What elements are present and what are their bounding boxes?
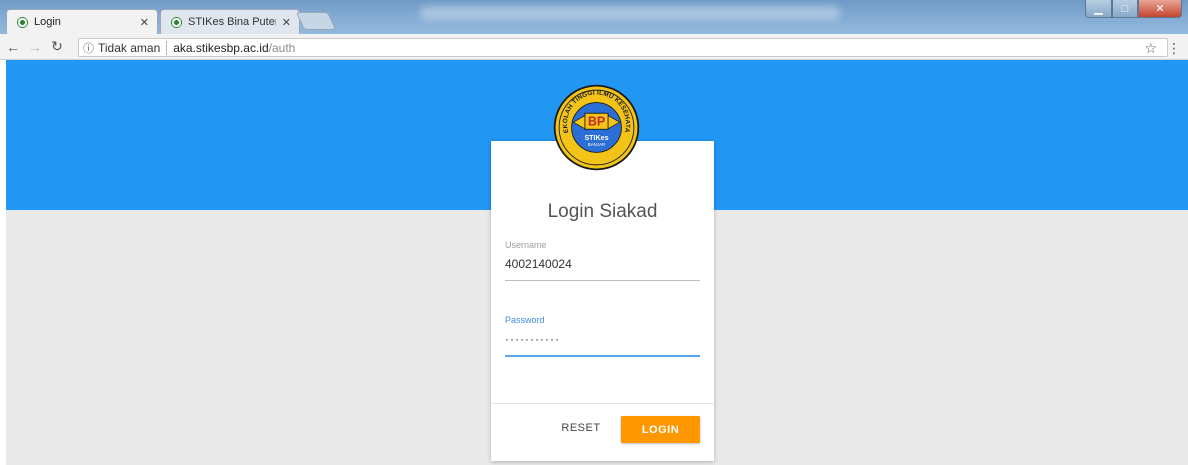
maximize-icon[interactable]: □ (1112, 0, 1138, 18)
titlebar-glow (420, 6, 840, 20)
tab-label: STIKes Bina Putera Banja (188, 16, 276, 28)
reload-icon[interactable]: ↻ (48, 38, 66, 56)
forward-arrow-icon[interactable]: → (26, 38, 44, 56)
url-host: aka.stikesbp.ac.id (173, 40, 269, 55)
tab-close-icon[interactable]: ✕ (140, 16, 149, 29)
tab-stikes[interactable]: STIKes Bina Putera Banja ✕ (160, 9, 300, 34)
card-divider (491, 403, 714, 404)
tab-close-icon[interactable]: ✕ (282, 16, 291, 29)
favicon-icon (171, 16, 182, 28)
page-content: Login Siakad Username 4002140024 Passwor… (6, 60, 1188, 465)
username-field[interactable]: Username 4002140024 (505, 240, 700, 281)
reset-button[interactable]: RESET (556, 414, 606, 442)
username-underline (505, 280, 700, 281)
favicon-icon (17, 16, 28, 28)
login-title: Login Siakad (547, 201, 658, 222)
login-card: Login Siakad Username 4002140024 Passwor… (491, 141, 714, 461)
bookmark-star-icon[interactable]: ☆ (1144, 40, 1157, 57)
window-close-icon[interactable]: ✕ (1138, 0, 1182, 18)
logo-city: BANJAR (588, 142, 606, 147)
password-underline (505, 355, 700, 357)
stikes-logo: SEKOLAH TINGGI ILMU KESEHATAN BP STIKes … (552, 83, 640, 171)
password-field[interactable]: Password ··········· (505, 315, 700, 357)
password-label: Password (505, 315, 545, 325)
login-button[interactable]: LOGIN (621, 416, 700, 443)
browser-titlebar: Login ✕ STIKes Bina Putera Banja ✕ ▁ □ ✕ (0, 0, 1188, 34)
logo-monogram: BP (588, 115, 605, 129)
back-arrow-icon[interactable]: ← (4, 38, 22, 56)
minimize-icon[interactable]: ▁ (1085, 0, 1112, 18)
browser-menu-icon[interactable]: ⋮ (1167, 40, 1181, 57)
window-controls: ▁ □ ✕ (1085, 0, 1182, 18)
logo-name: STIKes (584, 134, 608, 142)
username-input[interactable]: 4002140024 (505, 255, 700, 273)
security-label[interactable]: Tidak aman (98, 40, 168, 55)
url-path: /auth (268, 40, 296, 55)
tab-login[interactable]: Login ✕ (6, 9, 158, 34)
new-tab-button[interactable] (295, 12, 337, 30)
info-icon[interactable]: ⓘ (83, 40, 94, 56)
username-label: Username (505, 240, 547, 250)
browser-toolbar: ← → ↻ ⓘ Tidak aman aka.stikesbp.ac.id /a… (0, 34, 1188, 60)
address-bar[interactable]: ⓘ Tidak aman aka.stikesbp.ac.id /auth ☆ … (78, 38, 1181, 57)
tab-label: Login (34, 16, 61, 28)
password-input[interactable]: ··········· (505, 330, 700, 348)
